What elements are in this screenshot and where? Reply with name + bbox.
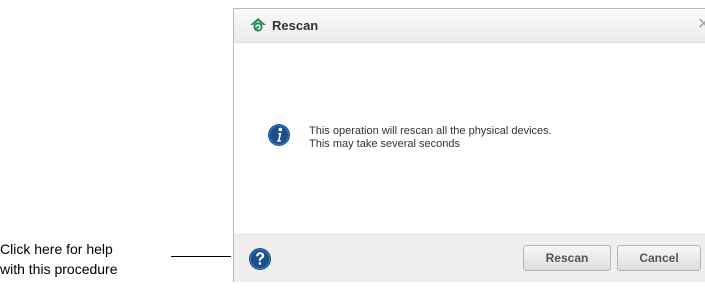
callout-leader-line: [171, 256, 231, 257]
rescan-dialog: Rescan ✕ This operation will rescan all …: [233, 8, 705, 282]
dialog-body: This operation will rescan all the physi…: [234, 43, 705, 233]
dialog-title: Rescan: [272, 18, 319, 33]
callout-line-1: Click here for help: [0, 241, 113, 257]
rescan-button[interactable]: Rescan: [523, 245, 611, 271]
close-icon[interactable]: ✕: [697, 16, 705, 34]
callout-line-2: with this procedure: [0, 261, 118, 277]
message-line-1: This operation will rescan all the physi…: [309, 125, 552, 137]
rescan-icon: [250, 18, 266, 32]
info-icon: [268, 124, 290, 146]
dialog-message: This operation will rescan all the physi…: [309, 125, 552, 151]
help-callout: Click here for help with this procedure: [0, 239, 118, 279]
dialog-footer: Rescan Cancel: [234, 234, 705, 282]
message-line-2: This may take several seconds: [309, 138, 461, 150]
cancel-button[interactable]: Cancel: [617, 245, 701, 271]
dialog-titlebar[interactable]: Rescan ✕: [234, 9, 705, 43]
help-icon[interactable]: [248, 247, 272, 271]
screenshot-canvas: Rescan ✕ This operation will rescan all …: [0, 0, 705, 291]
